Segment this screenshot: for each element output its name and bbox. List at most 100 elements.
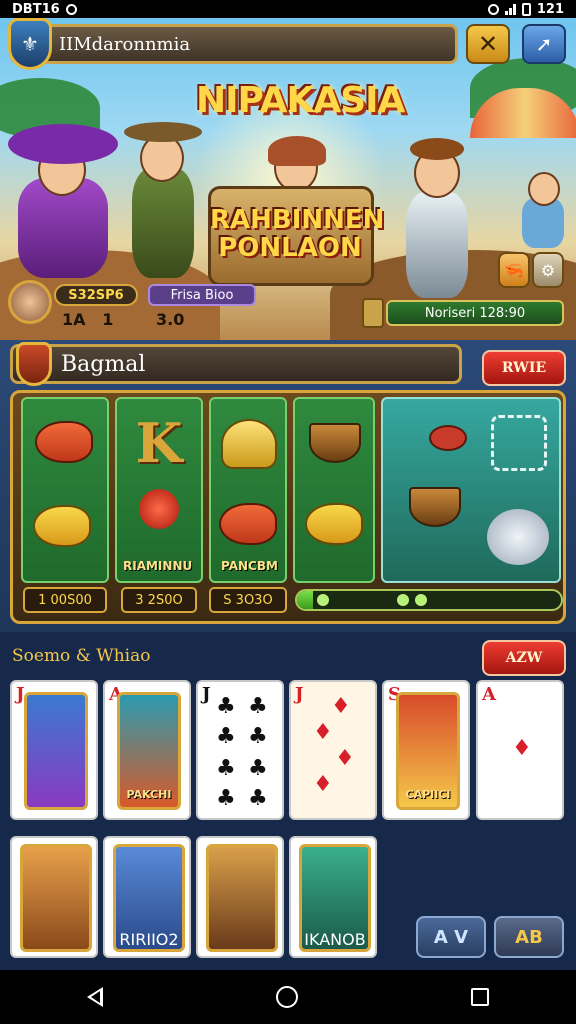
crest-badge-icon [16,342,52,386]
hero-subtitle: RAHBINNEN PONLAON [210,205,385,263]
reel-2-symbol-label: RIAMINNU [123,559,193,573]
share-button[interactable]: ➚ [522,24,566,64]
status-time-left: DBT16 [12,1,60,17]
auto-button[interactable]: AB [494,916,564,958]
club-pip-icon: ♣ [216,756,236,781]
card-label: IKANOB [304,930,366,949]
card-art [20,844,92,952]
system-nav-bar [0,970,576,1024]
club-pip-icon: ♣ [248,694,268,719]
playing-card[interactable]: J ♦ ♦ ♦ ♦ [289,680,377,820]
home-icon[interactable] [275,986,298,1008]
signal-icon [504,3,516,15]
stat-multiplier: 3.0 [156,310,185,329]
playing-card[interactable]: A PAKCHI [103,680,191,820]
card-art: RIRIIO2 [113,844,185,952]
auto-button-label: AB [515,926,543,948]
fish-symbol [219,503,277,545]
letter-k-symbol: K [135,411,183,475]
reels-header: Bagmal [10,344,462,384]
reels-panel: Bagmal RWIE K RIAMINNU PANCBM 1 00S00 3 … [0,340,576,632]
bonus-reel[interactable] [381,397,561,583]
event-timer: Noriseri 128:90 [386,300,564,326]
timer-tag-icon [362,298,384,328]
close-button[interactable]: ✕ [466,24,510,64]
red-ball-symbol [139,489,179,529]
reel-3[interactable]: PANCBM [209,397,287,583]
club-pip-icon: ♣ [248,756,268,781]
diamond-pip-icon: ♦ [512,736,532,761]
back-icon[interactable] [86,987,103,1007]
card-label: RIRIIO2 [119,930,179,949]
club-pip-icon: ♣ [248,724,268,749]
progress-marker [397,594,409,606]
card-rank: J [202,684,211,705]
boat-symbol [309,423,361,463]
diamond-pip-icon: ♦ [331,694,351,719]
reel-1[interactable] [21,397,109,583]
playing-card[interactable]: RIRIIO2 [103,836,191,958]
club-pip-icon: ♣ [248,786,268,811]
coin-counter: S32SP6 [54,284,138,306]
playing-card[interactable]: S CAPIICI [382,680,470,820]
progress-marker [415,594,427,606]
card-art [206,844,278,952]
reels-action-button[interactable]: RWIE [482,350,566,386]
playing-card[interactable] [196,836,284,958]
card-label: CAPIICI [405,788,451,801]
reels-frame: K RIAMINNU PANCBM 1 00S00 3 2S0O S 3O3O [10,390,566,624]
shrimp-icon: 🦐 [504,260,524,280]
card-art: CAPIICI [396,692,460,810]
battery-icon [521,2,531,16]
status-time-right: 121 [536,1,564,17]
gear-icon: ⚙ [540,260,556,280]
hero-banner: NIPAKASIA RAHBINNEN PONLAON IIMdaronnmia… [0,18,576,340]
character-witch [8,118,118,278]
seal-symbol [487,509,549,565]
diamond-pip-icon: ♦ [335,746,355,771]
hero-title: NIPAKASIA [196,80,405,121]
notification-icon [65,3,77,15]
playing-card[interactable] [10,836,98,958]
card-action-button[interactable]: AZW [482,640,566,676]
settings-button[interactable]: ⚙ [532,252,564,288]
sort-button[interactable]: A V [416,916,486,958]
reel-3-symbol-label: PANCBM [221,559,278,573]
app-title: IIMdaronnmia [59,33,191,55]
playing-card[interactable]: J [10,680,98,820]
playing-card[interactable]: A ♦ [476,680,564,820]
fish-symbol [35,421,93,463]
close-icon: ✕ [477,30,499,58]
gem-counter: Frisa Bioo [148,284,256,306]
card-art [24,692,88,810]
diamond-pip-icon: ♦ [313,720,333,745]
character-explorer [118,108,208,278]
progress-marker [317,594,329,606]
card-rank: J [295,684,304,705]
reels-action-label: RWIE [501,360,547,376]
fish-symbol-gold [33,505,91,547]
bonus-progress-bar [295,589,563,611]
bonus-progress-fill [297,591,313,609]
reel-value-1: 1 00S00 [23,587,107,613]
card-action-label: AZW [505,650,543,666]
club-pip-icon: ♣ [216,786,236,811]
playing-card[interactable]: J ♣ ♣ ♣ ♣ ♣ ♣ ♣ ♣ [196,680,284,820]
share-icon: ➚ [535,32,553,56]
top-title-bar: IIMdaronnmia [10,24,458,64]
reel-4[interactable] [293,397,375,583]
card-zone: Soemo & Whiao AZW J A PAKCHI J ♣ ♣ ♣ ♣ ♣… [0,632,576,970]
diamond-pip-icon: ♦ [313,772,333,797]
crest-icon[interactable]: ⚜ [8,18,52,70]
reel-2[interactable]: K RIAMINNU [115,397,203,583]
alarm-icon [487,3,499,15]
recents-icon[interactable] [471,988,490,1006]
player-stats: S32SP6 Frisa Bioo 1A 1 3.0 [8,280,256,336]
reels-title: Bagmal [61,351,146,377]
sort-button-label: A V [433,926,469,948]
shrimp-button[interactable]: 🦐 [498,252,530,288]
playing-card[interactable]: IKANOB [289,836,377,958]
avatar[interactable] [8,280,52,324]
character-sitting [518,168,568,248]
bell-symbol [221,419,277,469]
